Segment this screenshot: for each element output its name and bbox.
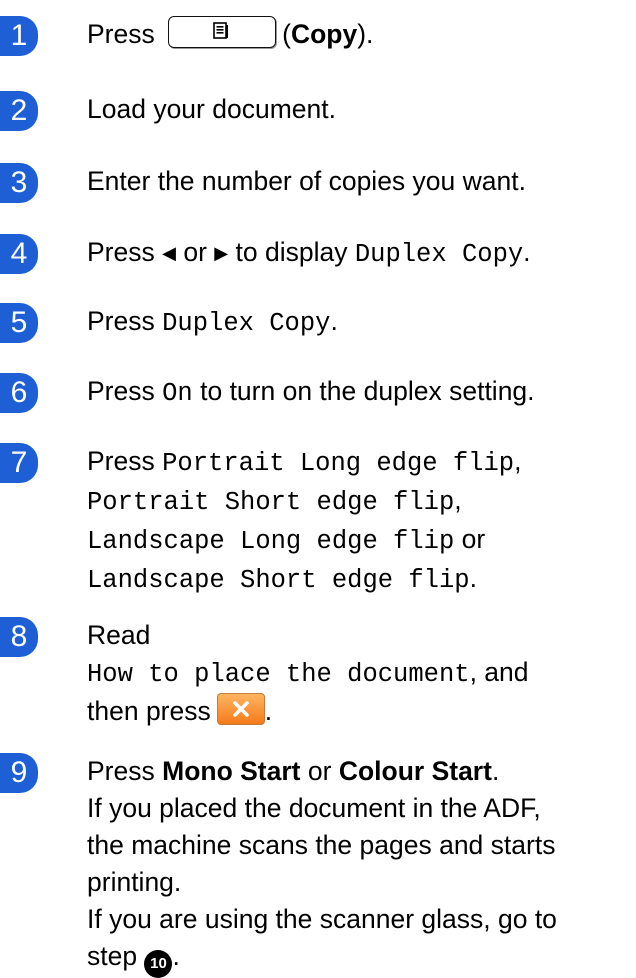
step-text: Press (Copy). bbox=[87, 16, 632, 53]
left-arrow-icon: ◀ bbox=[162, 243, 176, 263]
step-number-badge: 4 bbox=[0, 234, 38, 274]
close-x-button bbox=[216, 693, 265, 725]
step-number-badge: 7 bbox=[0, 443, 38, 483]
right-arrow-icon: ▶ bbox=[214, 243, 229, 263]
step-number-badge: 5 bbox=[0, 303, 38, 343]
step-text: Press Duplex Copy. bbox=[87, 306, 338, 338]
step-text: Enter the number of copies you want. bbox=[87, 166, 526, 196]
step-text: Press ◀ or ▶ to display Duplex Copy. bbox=[87, 234, 632, 274]
step-number-badge: 9 bbox=[0, 753, 38, 793]
copy-key-button bbox=[168, 16, 277, 48]
copy-icon bbox=[213, 22, 229, 39]
step-number-badge: 6 bbox=[0, 373, 38, 413]
step-text: Read How to place the document, and then… bbox=[87, 620, 529, 726]
step-text: Press Portrait Long edge flip, Portrait … bbox=[87, 446, 522, 595]
step-text: Load your document. bbox=[87, 94, 336, 124]
step-reference-badge: 10 bbox=[144, 950, 173, 978]
step-number-badge: 3 bbox=[0, 163, 38, 203]
close-icon bbox=[233, 701, 249, 717]
step-text: Press On to turn on the duplex setting. bbox=[87, 376, 535, 408]
step-number-badge: 2 bbox=[0, 91, 38, 131]
step-text: Press Mono Start or Colour Start. If you… bbox=[87, 753, 632, 978]
step-number-badge: 8 bbox=[0, 617, 38, 657]
step-number-badge: 1 bbox=[0, 16, 38, 56]
